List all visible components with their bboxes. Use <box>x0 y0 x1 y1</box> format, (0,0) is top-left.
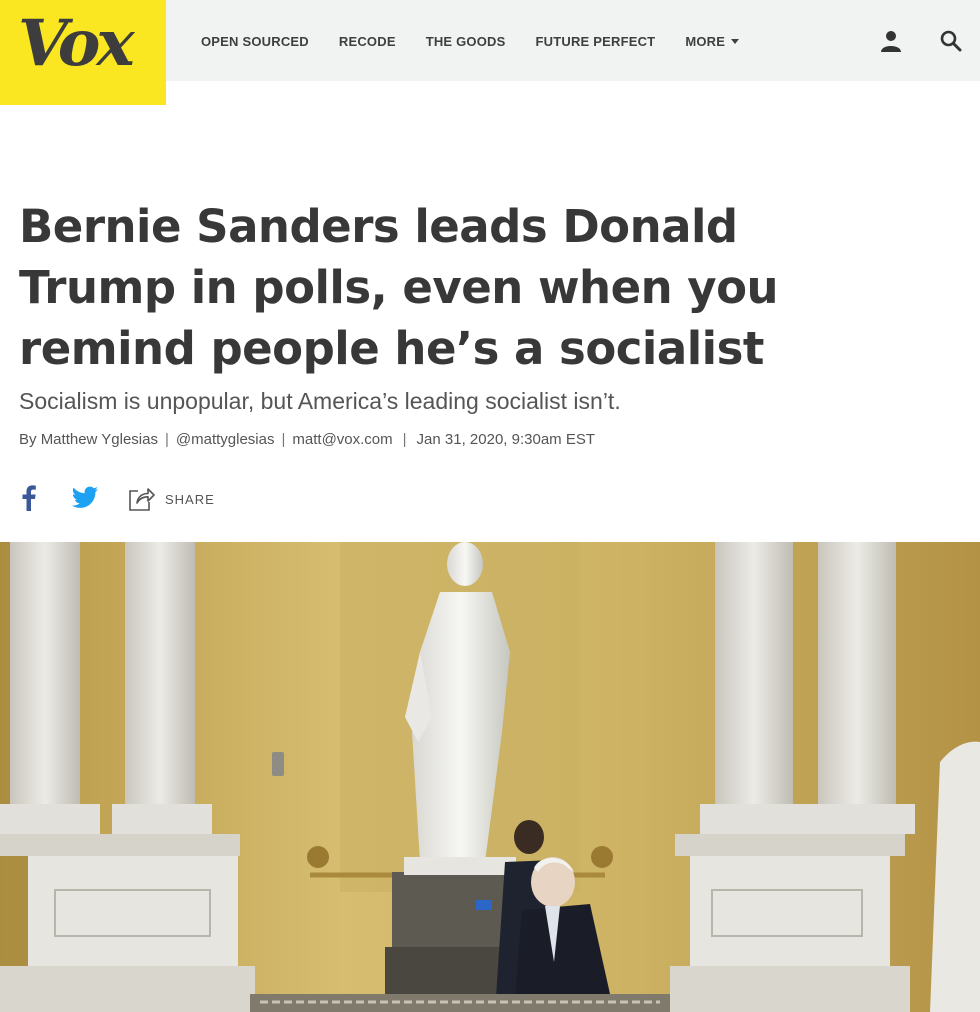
twitter-handle-link[interactable]: @mattyglesias <box>176 431 275 448</box>
nav-link-recode[interactable]: Recode <box>339 34 396 49</box>
share-label: SHARE <box>165 491 215 507</box>
twitter-icon[interactable] <box>71 486 99 510</box>
byline: By Matthew Yglesias | @mattyglesias | ma… <box>19 431 595 448</box>
share-icon <box>129 488 155 511</box>
facebook-icon[interactable] <box>19 484 39 512</box>
author-link[interactable]: Matthew Yglesias <box>41 431 158 448</box>
share-button[interactable]: SHARE <box>127 484 237 514</box>
vox-logo[interactable]: Vox <box>0 0 166 105</box>
logo-text: Vox <box>18 6 135 81</box>
caret-down-icon <box>731 39 740 44</box>
nav-link-future-perfect[interactable]: Future Perfect <box>536 34 656 49</box>
publish-date: Jan 31, 2020, 9:30am EST <box>416 431 595 448</box>
nav-link-open-sourced[interactable]: Open Sourced <box>201 34 309 49</box>
nav-more-label: More <box>685 34 726 49</box>
nav-links: Open Sourced Recode The Goods Future Per… <box>201 34 769 49</box>
email-link[interactable]: matt@vox.com <box>292 431 392 448</box>
share-bar: SHARE <box>19 484 279 514</box>
byline-separator: | <box>402 431 407 448</box>
article-dek: Socialism is unpopular, but America’s le… <box>19 388 621 414</box>
search-icon[interactable] <box>938 28 964 54</box>
hero-image <box>0 542 980 1012</box>
user-icon[interactable] <box>878 28 904 54</box>
article-headline: Bernie Sanders leads Donald Trump in pol… <box>19 200 779 375</box>
byline-separator: | <box>164 431 169 448</box>
nav-link-the-goods[interactable]: The Goods <box>426 34 506 49</box>
byline-prefix: By <box>19 431 37 448</box>
nav-more-dropdown[interactable]: More <box>685 34 740 49</box>
hero-photo <box>0 542 980 1012</box>
byline-separator: | <box>281 431 286 448</box>
